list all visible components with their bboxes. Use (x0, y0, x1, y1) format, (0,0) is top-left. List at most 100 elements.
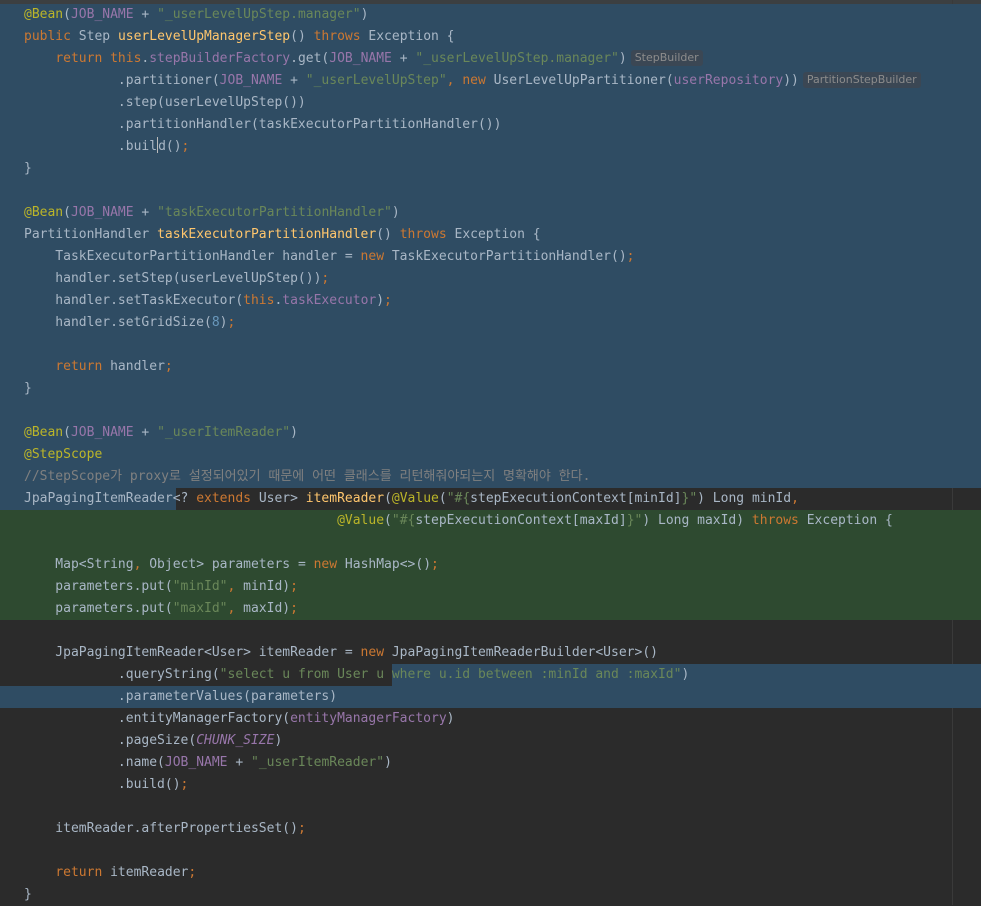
code-token: public (24, 29, 79, 44)
code-text: handler.setGridSize(8); (24, 312, 235, 334)
code-token: User> (258, 491, 306, 506)
code-token: + (133, 205, 158, 220)
code-token: ) (360, 7, 369, 22)
code-token: , (227, 579, 244, 594)
selection-highlight (0, 334, 981, 356)
code-token: userLevelUpManagerStep (117, 29, 291, 44)
code-token: handler.setGridSize( (24, 315, 212, 330)
code-line[interactable]: handler.setGridSize(8); (0, 312, 981, 334)
code-text: @Value("#{stepExecutionContext[maxId]}")… (24, 510, 893, 532)
code-line[interactable]: .build(); (0, 136, 981, 158)
code-text: .parameterValues(parameters) (24, 686, 337, 708)
code-token: , (227, 601, 244, 616)
code-line[interactable]: JpaPagingItemReader<User> itemReader = n… (0, 642, 981, 664)
code-line[interactable]: Map<String, Object> parameters = new Has… (0, 554, 981, 576)
code-token: Exception { (454, 227, 541, 242)
code-token: stepBuilderFactory (149, 51, 291, 66)
code-token: itemReader (305, 491, 385, 506)
code-line[interactable]: @Bean(JOB_NAME + "taskExecutorPartitionH… (0, 202, 981, 224)
code-token: @Bean (24, 425, 64, 440)
code-token: .get( (290, 51, 330, 66)
code-line[interactable] (0, 620, 981, 642)
code-token: @StepScope (24, 447, 103, 462)
code-line[interactable]: TaskExecutorPartitionHandler handler = n… (0, 246, 981, 268)
code-line[interactable]: parameters.put("minId", minId); (0, 576, 981, 598)
code-line[interactable]: .build(); (0, 774, 981, 796)
code-token: , (791, 491, 799, 506)
code-token: TaskExecutorPartitionHandler handler = (24, 249, 361, 264)
code-token: 8 (211, 315, 220, 330)
code-line[interactable]: handler.setTaskExecutor(this.taskExecuto… (0, 290, 981, 312)
code-token: + (133, 7, 158, 22)
code-line[interactable] (0, 532, 981, 554)
code-line[interactable]: .partitionHandler(taskExecutorPartitionH… (0, 114, 981, 136)
selection-highlight (0, 158, 981, 180)
code-text: itemReader.afterPropertiesSet(); (24, 818, 305, 840)
code-line[interactable]: .parameterValues(parameters) (0, 686, 981, 708)
code-editor[interactable]: @Bean(JOB_NAME + "_userLevelUpStep.manag… (0, 0, 981, 905)
code-text: .entityManagerFactory(entityManagerFacto… (24, 708, 455, 730)
code-token: ( (63, 205, 71, 220)
code-token: new (360, 249, 392, 264)
code-token: ) (384, 755, 392, 770)
code-token: ; (181, 139, 190, 154)
code-line[interactable]: return handler; (0, 356, 981, 378)
code-token: ; (431, 557, 439, 572)
code-line[interactable]: @Bean(JOB_NAME + "_userLevelUpStep.manag… (0, 4, 981, 26)
selection-highlight (0, 180, 981, 202)
code-line[interactable] (0, 796, 981, 818)
code-token: ; (164, 359, 173, 374)
code-text: parameters.put("maxId", maxId); (24, 598, 298, 620)
code-token: new (313, 557, 345, 572)
code-token: itemReader (110, 865, 189, 880)
code-text: handler.setTaskExecutor(this.taskExecuto… (24, 290, 392, 312)
code-token: ) (681, 667, 690, 682)
code-line[interactable]: @StepScope (0, 444, 981, 466)
code-line[interactable]: public Step userLevelUpManagerStep() thr… (0, 26, 981, 48)
code-token: JOB_NAME (70, 7, 134, 22)
code-token: throws (751, 513, 807, 528)
code-line[interactable]: .queryString("select u from User u where… (0, 664, 981, 686)
code-line[interactable]: .step(userLevelUpStep()) (0, 92, 981, 114)
code-token: ) (290, 425, 298, 440)
code-line[interactable]: } (0, 378, 981, 400)
code-token: JOB_NAME (70, 425, 134, 440)
code-line[interactable]: itemReader.afterPropertiesSet(); (0, 818, 981, 840)
code-text: .queryString("select u from User u where… (24, 664, 689, 686)
code-line[interactable] (0, 840, 981, 862)
code-line[interactable]: parameters.put("maxId", maxId); (0, 598, 981, 620)
code-token: } (24, 161, 32, 176)
code-token: new (360, 645, 392, 660)
code-line[interactable]: .entityManagerFactory(entityManagerFacto… (0, 708, 981, 730)
code-line[interactable]: return itemReader; (0, 862, 981, 884)
code-line[interactable]: handler.setStep(userLevelUpStep()); (0, 268, 981, 290)
code-line[interactable]: //StepScope가 proxy로 설정되어있기 때문에 어떤 클래스를 리… (0, 466, 981, 488)
code-text: .partitioner(JOB_NAME + "_userLevelUpSte… (24, 70, 921, 92)
code-token: ( (63, 425, 71, 440)
code-line[interactable] (0, 334, 981, 356)
code-line[interactable]: } (0, 884, 981, 906)
code-line[interactable]: } (0, 158, 981, 180)
code-line[interactable]: .name(JOB_NAME + "_userItemReader") (0, 752, 981, 774)
code-token: .pageSize( (24, 733, 197, 748)
code-line[interactable]: .partitioner(JOB_NAME + "_userLevelUpSte… (0, 70, 981, 92)
code-token: UserLevelUpPartitioner( (493, 73, 674, 88)
code-token: JOB_NAME (164, 755, 228, 770)
code-line[interactable] (0, 180, 981, 202)
code-text: } (24, 158, 32, 180)
selection-highlight (0, 400, 981, 422)
code-token: , (446, 73, 463, 88)
code-text: .build(); (24, 774, 188, 796)
code-token: PartitionHandler (24, 227, 158, 242)
code-line[interactable]: PartitionHandler taskExecutorPartitionHa… (0, 224, 981, 246)
code-line[interactable]: JpaPagingItemReader<? extends User> item… (0, 488, 981, 510)
code-text: return this.stepBuilderFactory.get(JOB_N… (24, 48, 703, 70)
code-token: .name( (24, 755, 165, 770)
code-line[interactable]: return this.stepBuilderFactory.get(JOB_N… (0, 48, 981, 70)
code-line[interactable]: .pageSize(CHUNK_SIZE) (0, 730, 981, 752)
code-token: , (133, 557, 150, 572)
code-line[interactable]: @Value("#{stepExecutionContext[maxId]}")… (0, 510, 981, 532)
code-line[interactable]: @Bean(JOB_NAME + "_userItemReader") (0, 422, 981, 444)
code-line[interactable] (0, 400, 981, 422)
